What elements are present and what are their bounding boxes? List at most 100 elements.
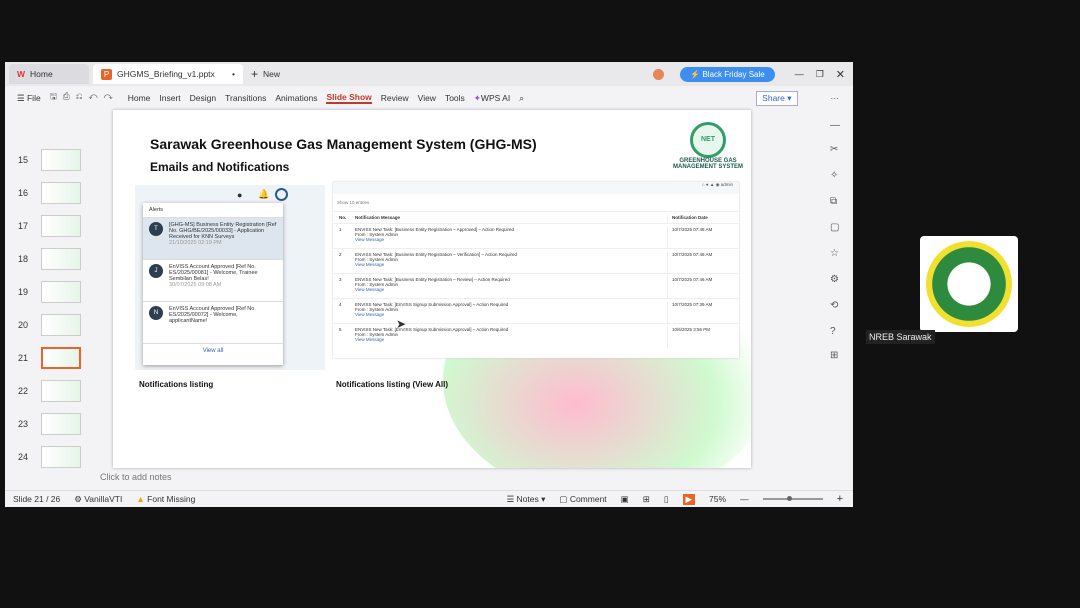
alert-item: J EnVISS Account Approved [Ref No. ES/202… — [143, 260, 283, 302]
slide-canvas[interactable]: Sarawak Greenhouse Gas Management System… — [113, 110, 751, 468]
promo-button[interactable]: ⚡ Black Friday Sale — [680, 66, 775, 82]
slide-number: 18 — [17, 254, 28, 264]
slide-number: 24 — [17, 452, 28, 462]
alerts-header: Alerts — [143, 203, 283, 218]
theme-name[interactable]: ⚙ VanillaVTI — [74, 494, 122, 505]
comment-button[interactable]: ▢ Comment — [559, 494, 606, 505]
menu-view[interactable]: View — [418, 93, 436, 103]
history-icon[interactable]: ⟲ — [830, 300, 838, 311]
tab-bar: W Home P GHGMS_Briefing_v1.pptx • + New ⚡ Bl… — [5, 62, 853, 86]
caption-right: Notifications listing (View All) — [336, 380, 449, 389]
font-label: Font Missing — [147, 494, 196, 504]
slide-thumbnail[interactable]: 24 — [13, 445, 93, 469]
view-message-link: View Message — [355, 287, 385, 292]
menu-insert[interactable]: Insert — [159, 93, 180, 103]
slide-number: 16 — [17, 188, 28, 198]
slide-thumbnail[interactable]: 16 — [13, 181, 93, 205]
avatar[interactable] — [653, 68, 665, 80]
more-icon[interactable]: ··· — [831, 93, 840, 103]
menu-review[interactable]: Review — [381, 93, 409, 103]
logo-text: GREENHOUSE GAS MANAGEMENT SYSTEM — [673, 158, 744, 170]
slide-number: 21 — [17, 353, 28, 363]
notes-button[interactable]: ☰ Notes ▾ — [507, 494, 546, 505]
slide-thumbnail[interactable]: 18 — [13, 247, 93, 271]
comment-icon[interactable]: ▢ — [830, 222, 839, 233]
ribbon-menu: ☰ File 🖫⎙⎌↶↷ Home Insert Design Transiti… — [5, 86, 853, 110]
zoom-level[interactable]: 75% — [709, 494, 726, 504]
sorter-view-icon[interactable]: ⊞ — [643, 494, 650, 505]
alert-text: EnVISS Account Approved [Ref No. ES/2025… — [169, 264, 258, 282]
zoom-in-icon[interactable]: + — [837, 493, 843, 505]
tab-home[interactable]: W Home — [9, 64, 89, 84]
animation-icon[interactable]: ✧ — [830, 170, 838, 181]
view-all-link: View all — [202, 348, 224, 354]
font-missing[interactable]: ▲ Font Missing — [136, 494, 195, 504]
apps-icon[interactable]: ⊞ — [830, 350, 838, 361]
search-icon[interactable]: ⌕ — [519, 93, 524, 104]
notifications-table-screenshot: ⌂ ● ▲ ◉ admin Show 10 entries No. Notifi… — [333, 182, 739, 358]
row-date: 10/7/2025 07:48 AM — [667, 252, 739, 273]
row-date: 10/7/2025 07:39 AM — [667, 302, 739, 323]
row-date: 10/7/2025 07:46 AM — [667, 277, 739, 298]
zoom-slider[interactable] — [762, 496, 823, 501]
menu-wps-ai[interactable]: ✦WPS AI — [474, 93, 510, 104]
info-icon: ● — [237, 190, 243, 200]
collapse-icon[interactable]: — — [830, 120, 840, 131]
slide-counter: Slide 21 / 26 — [13, 494, 61, 504]
slide-thumbnail[interactable]: 22 — [13, 379, 93, 403]
star-icon[interactable]: ☆ — [830, 248, 839, 259]
menu-animations[interactable]: Animations — [275, 93, 317, 103]
table-row: 2 ENVISS New Task: [Business Entity Regis… — [333, 248, 739, 273]
alert-item: N EnVISS Account Approved [Ref No. ES/202… — [143, 302, 283, 344]
tab-label: GHGMS_Briefing_v1.pptx — [117, 69, 215, 79]
menu-slide-show[interactable]: Slide Show — [326, 92, 372, 104]
slide-thumbnail[interactable]: 15 — [13, 148, 93, 172]
reading-view-icon[interactable]: ▯ — [664, 494, 669, 505]
maximize-icon[interactable]: ❐ — [816, 69, 824, 80]
warning-icon: ▲ — [136, 494, 145, 504]
close-icon[interactable]: ✕ — [836, 68, 845, 81]
table-row: 5 ENVISS New Task: [EnVISS Signup Submiss… — [333, 323, 739, 348]
help-icon[interactable]: ? — [830, 326, 836, 337]
row-no: 2 — [339, 252, 342, 257]
right-sidebar: — ✂ ✧ ⧉ ▢ ☆ ⚙ ⟲ ? ⊞ — [820, 110, 853, 490]
notes-placeholder[interactable]: Click to add notes — [100, 472, 172, 482]
col-message: Notification Message — [355, 215, 401, 220]
new-tab-button[interactable]: + New — [243, 64, 288, 84]
play-icon[interactable]: ▶ — [682, 493, 696, 505]
magic-icon[interactable]: ✂ — [830, 144, 838, 155]
view-message-link: View Message — [355, 237, 385, 242]
new-label: New — [263, 69, 281, 79]
close-tab-icon[interactable]: • — [232, 69, 235, 79]
slide-thumbnail[interactable]: 19 — [13, 280, 93, 304]
alert-date: 30/07/2025 09:08 AM — [169, 282, 222, 288]
slide-thumbnails: 15 16 17 18 19 20 21 22 23 24 — [5, 110, 95, 490]
slide-thumbnail[interactable]: 20 — [13, 313, 93, 337]
ghg-logo: NET GREENHOUSE GAS MANAGEMENT SYSTEM — [673, 122, 743, 170]
share-button[interactable]: Share ▾ — [756, 90, 798, 106]
participant-name: NREB Sarawak — [866, 330, 935, 344]
slide-thumbnail[interactable]: 21 — [13, 346, 93, 370]
thumbnail-image — [41, 413, 81, 435]
thumbnail-image — [41, 380, 81, 402]
zoom-out-icon[interactable]: — — [740, 494, 749, 504]
slide-title: Sarawak Greenhouse Gas Management System… — [150, 136, 537, 152]
layout-icon[interactable]: ⧉ — [830, 196, 837, 207]
avatar: N — [149, 306, 163, 320]
menu-tools[interactable]: Tools — [445, 93, 465, 103]
tab-document[interactable]: P GHGMS_Briefing_v1.pptx • — [93, 64, 243, 84]
normal-view-icon[interactable]: ▣ — [621, 494, 629, 505]
minimize-icon[interactable]: — — [795, 69, 804, 79]
menu-transitions[interactable]: Transitions — [225, 93, 266, 103]
globe-icon: NET — [690, 122, 726, 158]
settings-icon[interactable]: ⚙ — [830, 274, 839, 285]
thumbnail-image — [41, 281, 81, 303]
slide-thumbnail[interactable]: 23 — [13, 412, 93, 436]
menu-design[interactable]: Design — [190, 93, 216, 103]
slide-thumbnail[interactable]: 17 — [13, 214, 93, 238]
slide-number: 17 — [17, 221, 28, 231]
quick-access-icons[interactable]: 🖫⎙⎌↶↷ — [50, 91, 119, 105]
file-menu[interactable]: ☰ File — [17, 93, 41, 104]
alert-date: 21/10/2025 02:19 PM — [169, 240, 222, 246]
menu-home[interactable]: Home — [128, 93, 151, 103]
